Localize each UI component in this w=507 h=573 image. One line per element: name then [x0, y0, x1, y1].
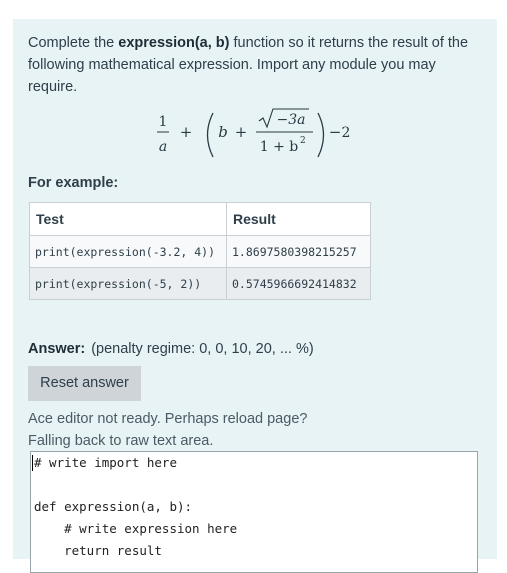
result-cell: 1.8697580398215257 — [226, 235, 371, 268]
ace-message-line-1: Ace editor not ready. Perhaps reload pag… — [28, 411, 308, 427]
header-test: Test — [29, 202, 227, 236]
test-cell: print(expression(-5, 2)) — [29, 267, 227, 300]
var-b: b — [218, 123, 228, 141]
table-row: print(expression(-5, 2)) 0.5745966692414… — [29, 267, 371, 300]
table-header-row: Test Result — [29, 202, 371, 236]
left-paren — [206, 112, 214, 158]
code-line: # write import here — [34, 455, 177, 470]
header-result: Result — [226, 202, 371, 236]
ace-editor-message: Ace editor not ready. Perhaps reload pag… — [28, 408, 468, 452]
test-cell: print(expression(-3.2, 4)) — [29, 235, 227, 268]
formula-svg: 1 a + b + −3a 1 + b 2 − 2 — [157, 108, 351, 158]
intro-prefix: Complete the — [28, 35, 119, 51]
result-cell: 0.5745966692414832 — [226, 267, 371, 300]
code-line: def expression(a, b): — [34, 499, 193, 514]
math-formula: 1 a + b + −3a 1 + b 2 − 2 — [13, 105, 497, 165]
answer-label: Answer: — [28, 341, 86, 357]
question-panel: Complete the expression(a, b) function s… — [13, 19, 497, 573]
frac1-denominator: a — [159, 139, 167, 155]
function-name: expression(a, b) — [118, 35, 230, 51]
constant-two: 2 — [342, 125, 351, 141]
examples-table: Test Result print(expression(-3.2, 4)) 1… — [29, 202, 371, 300]
table-row: print(expression(-3.2, 4)) 1.86975803982… — [29, 235, 371, 268]
answer-line: Answer: (penalty regime: 0, 0, 10, 20, ..… — [28, 341, 314, 357]
minus-sign: − — [329, 123, 342, 141]
frac1-numerator: 1 — [159, 114, 168, 130]
frac2-denominator: 1 + b — [260, 139, 299, 155]
right-paren — [317, 112, 325, 158]
plus-sign-2: + — [235, 123, 248, 141]
sqrt-argument: −3a — [277, 112, 306, 128]
plus-sign-1: + — [180, 123, 193, 141]
text-caret — [32, 455, 33, 471]
penalty-regime: (penalty regime: 0, 0, 10, 20, ... %) — [91, 341, 314, 357]
reset-answer-button[interactable]: Reset answer — [28, 366, 141, 401]
for-example-label: For example: — [28, 175, 119, 191]
ace-message-line-2: Falling back to raw text area. — [28, 433, 214, 449]
code-line: # write expression here — [34, 521, 238, 536]
question-text: Complete the expression(a, b) function s… — [28, 32, 478, 98]
answer-code-textarea[interactable]: # write import here def expression(a, b)… — [30, 451, 478, 573]
exponent: 2 — [300, 136, 306, 146]
